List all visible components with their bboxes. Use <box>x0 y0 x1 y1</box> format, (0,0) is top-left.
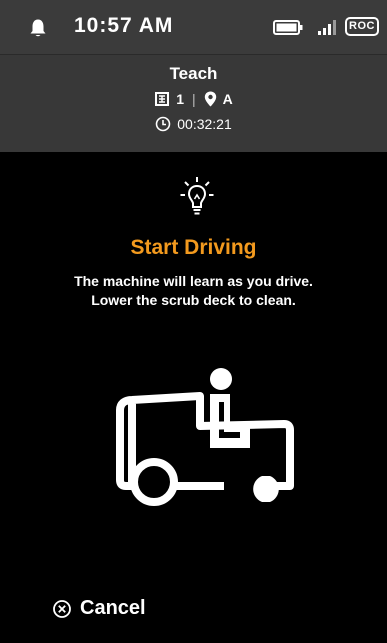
lightbulb-icon <box>180 177 214 215</box>
timer-row: 00:32:21 <box>0 116 387 132</box>
info-separator: | <box>192 91 196 107</box>
bell-icon <box>30 19 46 37</box>
cancel-label: Cancel <box>80 597 146 619</box>
map-icon <box>155 92 170 106</box>
session-header: Teach 1 | A 00:32:21 <box>0 54 387 152</box>
cancel-button[interactable]: Cancel <box>52 597 146 620</box>
instruction-line-1: The machine will learn as you drive. <box>74 273 313 289</box>
location-pin-icon <box>204 91 216 107</box>
clock-icon <box>155 116 171 132</box>
map-number: 1 <box>176 91 185 107</box>
status-bar: 10:57 AM ROC <box>0 0 387 54</box>
location-label: A <box>222 91 233 107</box>
start-driving-heading: Start Driving <box>130 236 257 259</box>
instruction-line-2: Lower the scrub deck to clean. <box>91 292 296 308</box>
battery-icon <box>273 20 303 35</box>
route-info: 1 | A <box>0 91 387 107</box>
instructions: The machine will learn as you drive. Low… <box>0 272 387 310</box>
cancel-circle-x-icon <box>53 599 71 618</box>
page-title: Teach <box>169 64 218 83</box>
roc-badge: ROC <box>345 17 379 36</box>
elapsed-time: 00:32:21 <box>177 116 232 132</box>
signal-icon <box>318 20 336 35</box>
vehicle-driver-icon <box>116 368 294 506</box>
status-time: 10:57 AM <box>74 14 174 37</box>
